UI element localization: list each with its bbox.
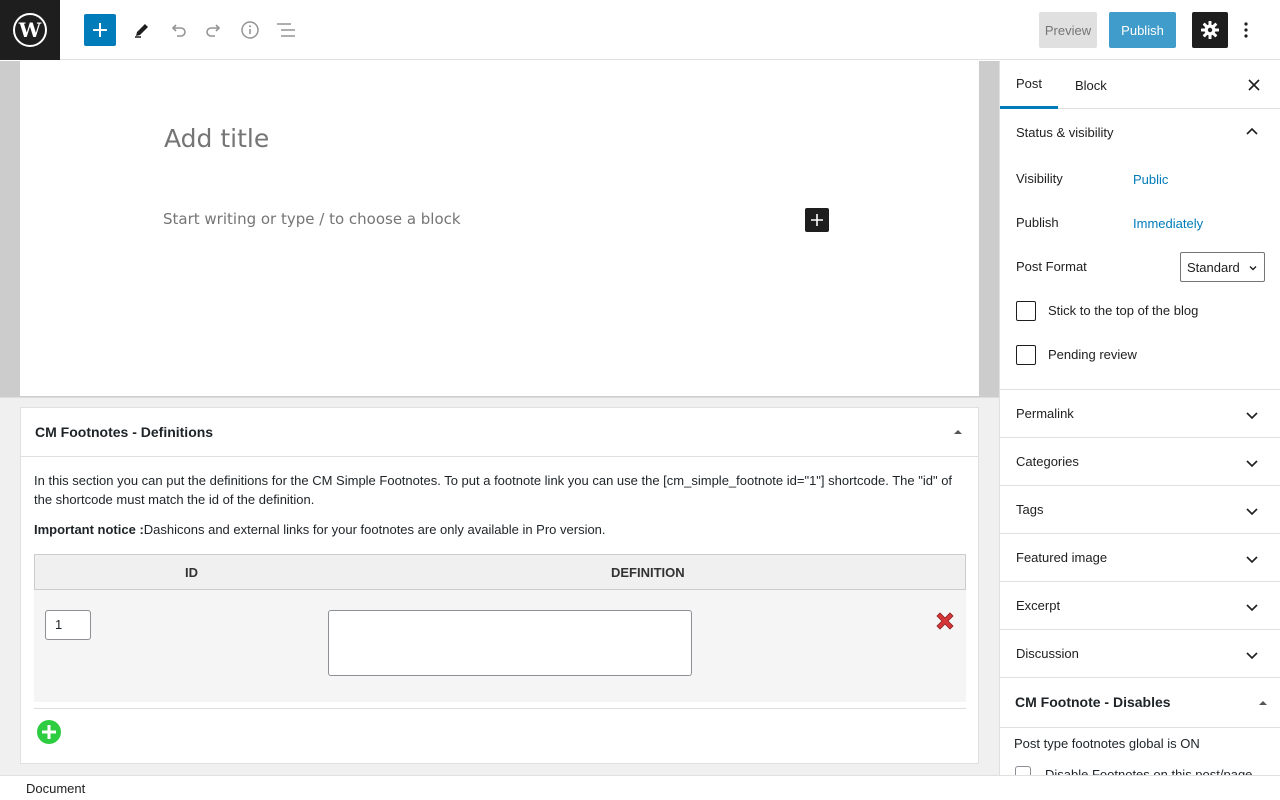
footnotes-global-status: Post type footnotes global is ON (1014, 736, 1200, 751)
pending-review-checkbox[interactable] (1016, 345, 1036, 365)
default-block-appender[interactable]: Start writing or type / to choose a bloc… (163, 210, 461, 228)
collapse-arrow-icon[interactable] (953, 427, 963, 437)
panel-excerpt[interactable]: Excerpt (1000, 582, 1280, 630)
editor-canvas (20, 61, 979, 396)
panel-title-permalink: Permalink (1016, 406, 1074, 421)
chevron-up-icon[interactable] (1244, 124, 1260, 140)
undo-button[interactable] (162, 14, 194, 46)
sticky-label: Stick to the top of the blog (1048, 303, 1199, 318)
svg-text:W: W (18, 18, 42, 42)
panel-title-categories: Categories (1016, 454, 1079, 469)
table-divider (34, 708, 966, 709)
table-row: 1 (34, 590, 966, 702)
block-inserter-button[interactable] (84, 14, 116, 46)
panel-title-discussion: Discussion (1016, 646, 1079, 661)
status-visibility-panel: Status & visibility (1000, 109, 1280, 390)
post-format-value: Standard (1187, 259, 1240, 275)
footnote-definition-textarea[interactable] (328, 610, 692, 676)
metabox-description: In this section you can put the definiti… (34, 473, 953, 507)
add-row-icon[interactable] (36, 719, 62, 745)
status-visibility-title[interactable]: Status & visibility (1016, 125, 1114, 140)
plus-icon (811, 214, 823, 226)
column-header-definition: DEFINITION (611, 565, 685, 580)
post-format-select[interactable]: Standard (1180, 252, 1265, 282)
footnotes-table: ID DEFINITION 1 (34, 554, 966, 702)
publish-date-toggle[interactable]: Immediately (1133, 216, 1203, 231)
tab-post[interactable]: Post (1000, 61, 1059, 109)
collapse-arrow-icon[interactable] (1258, 698, 1268, 708)
close-sidebar-button[interactable] (1244, 75, 1264, 95)
metabox-header[interactable]: CM Footnotes - Definitions (21, 408, 978, 457)
chevron-down-icon (1246, 652, 1258, 660)
preview-button[interactable]: Preview (1039, 12, 1097, 48)
close-icon (1248, 79, 1260, 91)
table-header: ID DEFINITION (34, 554, 966, 590)
edit-tool-button[interactable] (126, 14, 158, 46)
options-menu-button[interactable] (1236, 14, 1256, 46)
breadcrumb[interactable]: Document (26, 781, 85, 796)
editor-app: W Preview Publish Add title Start writin… (0, 0, 1280, 800)
chevron-down-icon (1246, 604, 1258, 612)
post-format-label: Post Format (1016, 259, 1087, 274)
footnote-id-input[interactable]: 1 (45, 610, 91, 640)
panel-categories[interactable]: Categories (1000, 438, 1280, 486)
tab-block[interactable]: Block (1059, 61, 1123, 109)
chevron-down-icon (1246, 412, 1258, 420)
footnotes-metabox: CM Footnotes - Definitions In this secti… (20, 407, 979, 764)
notice-label: Important notice : (34, 522, 144, 537)
redo-button[interactable] (198, 14, 230, 46)
details-button[interactable] (234, 14, 266, 46)
more-vertical-icon (1244, 22, 1248, 38)
disable-footnotes-checkbox[interactable] (1015, 766, 1031, 775)
sticky-checkbox[interactable] (1016, 301, 1036, 321)
info-icon (241, 21, 259, 39)
wordpress-logo-icon[interactable]: W (0, 0, 60, 60)
top-toolbar: W Preview Publish (0, 0, 1280, 60)
panel-title-tags: Tags (1016, 502, 1044, 517)
redo-icon (206, 24, 221, 37)
post-title-field[interactable]: Add title (164, 124, 269, 153)
visibility-label: Visibility (1016, 171, 1063, 186)
chevron-down-icon (1246, 508, 1258, 516)
metabox-title: CM Footnotes - Definitions (35, 424, 214, 440)
list-view-icon (277, 23, 295, 37)
settings-sidebar: Post Block Status & visibility Visibilit… (999, 61, 1280, 775)
editor-footer: Document (0, 775, 1280, 800)
panel-discussion[interactable]: Discussion (1000, 630, 1280, 678)
column-header-id: ID (185, 565, 198, 580)
panel-title-featured-image: Featured image (1016, 550, 1108, 565)
chevron-down-icon (1249, 266, 1257, 271)
sidebar-tabs: Post Block (1000, 61, 1280, 109)
gear-icon (1201, 21, 1219, 39)
pending-review-label: Pending review (1048, 347, 1137, 362)
pencil-icon (135, 24, 148, 38)
cm-footnote-disables-title: CM Footnote - Disables (1015, 694, 1171, 710)
list-view-button[interactable] (270, 14, 302, 46)
disable-footnotes-label: Disable Footnotes on this post/page (1045, 767, 1253, 775)
notice-text: Dashicons and external links for your fo… (143, 522, 606, 537)
chevron-down-icon (1246, 556, 1258, 564)
settings-button[interactable] (1192, 12, 1228, 48)
panel-tags[interactable]: Tags (1000, 486, 1280, 534)
panel-featured-image[interactable]: Featured image (1000, 534, 1280, 582)
panel-permalink[interactable]: Permalink (1000, 390, 1280, 438)
publish-button[interactable]: Publish (1109, 12, 1176, 48)
visibility-toggle[interactable]: Public (1133, 172, 1168, 187)
delete-row-icon[interactable] (934, 610, 956, 632)
undo-icon (171, 24, 186, 37)
chevron-down-icon (1246, 460, 1258, 468)
plus-icon (93, 23, 107, 37)
add-block-button[interactable] (805, 208, 829, 232)
publish-label: Publish (1016, 215, 1059, 230)
important-notice: Important notice :Dashicons and external… (34, 522, 606, 537)
panel-title-excerpt: Excerpt (1016, 598, 1061, 613)
